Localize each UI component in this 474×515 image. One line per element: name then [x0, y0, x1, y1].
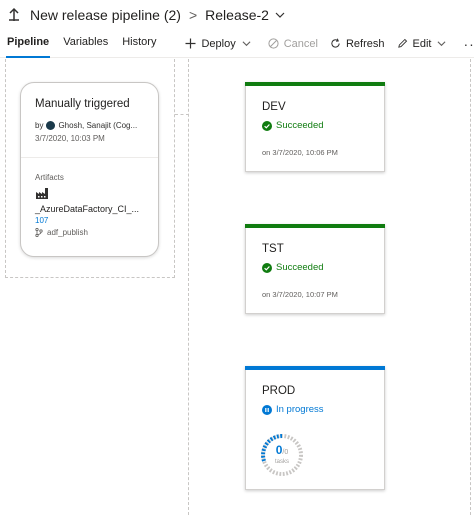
user-name: Ghosh, Sanajit (Cog...: [58, 121, 138, 130]
refresh-icon: [331, 38, 340, 48]
stage-status-bar: [245, 82, 385, 86]
pipeline-name-link[interactable]: New release pipeline (2): [30, 7, 181, 23]
deploy-label: Deploy: [201, 37, 236, 50]
pencil-icon: [397, 38, 407, 48]
release-trigger-card[interactable]: Manually triggered by Ghosh, Sanajit (Co…: [20, 82, 159, 257]
stage-status-text: Succeeded: [276, 120, 324, 131]
release-pipeline-icon: [9, 7, 19, 21]
tasks-label: tasks: [274, 459, 289, 465]
in-progress-icon: [262, 404, 272, 415]
tab-toolbar: Pipeline Variables History Deploy Cancel…: [0, 30, 474, 58]
success-check-icon: [262, 262, 272, 273]
stage-timestamp: on 3/7/2020, 10:06 PM: [262, 148, 338, 157]
refresh-label: Refresh: [345, 37, 385, 50]
tasks-progress-ring[interactable]: 0/0 tasks: [258, 431, 306, 479]
breadcrumb-separator: >: [188, 7, 198, 23]
stage-card-prod[interactable]: PROD In progress 0/0 tasks: [245, 366, 385, 490]
by-label: by: [35, 121, 44, 130]
artifact-branch: adf_publish: [35, 228, 88, 237]
tasks-count: 0/0: [275, 443, 289, 457]
stage-timestamp: on 3/7/2020, 10:07 PM: [262, 290, 338, 299]
stage-status[interactable]: Succeeded: [262, 120, 324, 131]
trigger-date: 3/7/2020, 10:03 PM: [35, 134, 105, 143]
more-actions-button[interactable]: ···: [457, 36, 474, 52]
edit-label: Edit: [412, 37, 432, 50]
chevron-down-icon: [242, 41, 251, 47]
stage-status-bar: [245, 366, 385, 370]
stage-status-text: In progress: [276, 404, 324, 415]
cancel-label: Cancel: [283, 37, 318, 50]
chevron-down-icon[interactable]: [275, 10, 285, 20]
stage-card-tst[interactable]: TST Succeeded on 3/7/2020, 10:07 PM: [245, 224, 385, 314]
connector-line: [175, 114, 189, 115]
success-check-icon: [262, 120, 272, 131]
artifact-version-link[interactable]: 107: [35, 216, 48, 225]
stage-name: DEV: [262, 101, 286, 113]
canvas-edge-guide: [470, 59, 471, 515]
artifacts-label: Artifacts: [35, 173, 64, 182]
avatar: [46, 121, 56, 130]
stage-status-text: Succeeded: [276, 262, 324, 273]
branch-name: adf_publish: [47, 228, 88, 237]
deploy-button[interactable]: Deploy: [179, 30, 261, 58]
stage-status[interactable]: In progress: [262, 404, 324, 415]
edit-button[interactable]: Edit: [391, 30, 458, 58]
chevron-down-icon: [437, 41, 446, 47]
tab-pipeline[interactable]: Pipeline: [0, 30, 56, 58]
cancel-button[interactable]: Cancel: [262, 30, 324, 58]
release-name[interactable]: Release-2: [205, 7, 269, 23]
branch-icon: [35, 228, 43, 237]
refresh-button[interactable]: Refresh: [324, 30, 391, 58]
data-factory-icon: [36, 188, 48, 199]
stage-status-bar: [245, 224, 385, 228]
trigger-title: Manually triggered: [35, 98, 130, 110]
tab-history[interactable]: History: [115, 30, 163, 58]
trigger-user: by Ghosh, Sanajit (Cog...: [35, 121, 137, 130]
plus-icon: [185, 38, 196, 49]
title-bar: New release pipeline (2) > Release-2: [0, 0, 474, 30]
stage-card-dev[interactable]: DEV Succeeded on 3/7/2020, 10:06 PM: [245, 82, 385, 172]
cancel-icon: [268, 38, 279, 49]
stage-name: PROD: [262, 385, 296, 397]
artifact-name-link[interactable]: _AzureDataFactory_CI_...: [35, 204, 139, 214]
tab-variables[interactable]: Variables: [56, 30, 115, 58]
stage-lane-guide: [188, 59, 189, 515]
card-divider: [21, 157, 158, 158]
stage-status[interactable]: Succeeded: [262, 262, 324, 273]
stage-name: TST: [262, 243, 284, 255]
